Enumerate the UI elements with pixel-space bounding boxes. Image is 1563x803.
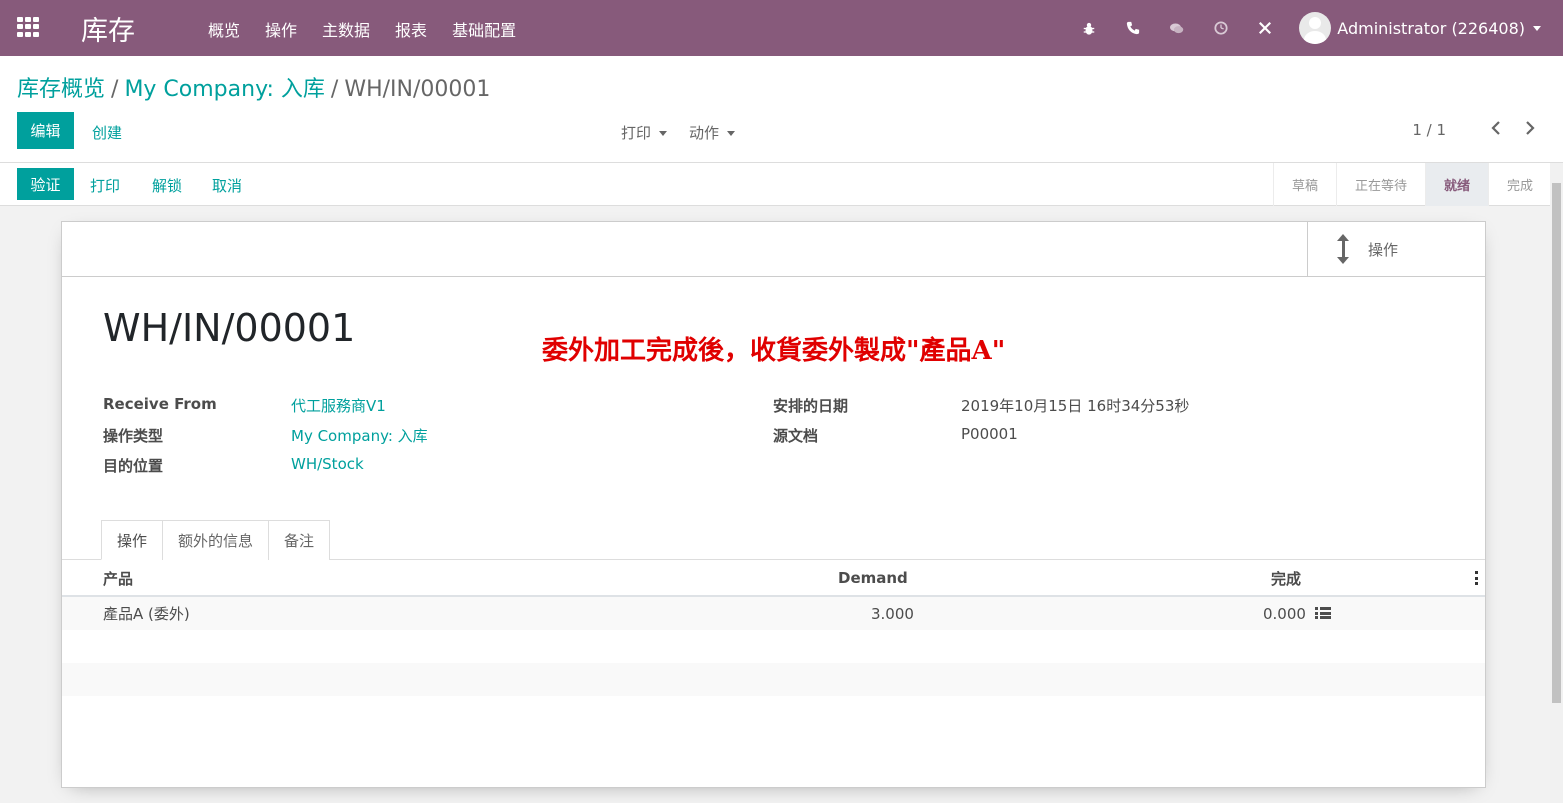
field-label-receive-from: Receive From bbox=[103, 395, 217, 413]
unlock-button[interactable]: 解锁 bbox=[152, 175, 182, 196]
menu-item-overview[interactable]: 概览 bbox=[208, 17, 240, 41]
breadcrumb-item-receipts[interactable]: My Company: 入库 bbox=[124, 77, 324, 102]
menu-item-reports[interactable]: 报表 bbox=[395, 17, 427, 41]
pager-next-button[interactable] bbox=[1524, 118, 1538, 138]
cell-product: 產品A (委外) bbox=[103, 605, 190, 623]
breadcrumb-separator: / bbox=[111, 77, 119, 102]
field-label-scheduled-date: 安排的日期 bbox=[773, 397, 849, 415]
field-label-destination: 目的位置 bbox=[103, 457, 164, 475]
table-row bbox=[62, 663, 1485, 696]
menu-item-configuration[interactable]: 基础配置 bbox=[452, 17, 516, 41]
cancel-button[interactable]: 取消 bbox=[212, 175, 242, 196]
tab-note[interactable]: 备注 bbox=[268, 520, 331, 560]
chevron-down-icon bbox=[727, 131, 736, 136]
column-header-done[interactable]: 完成 bbox=[1271, 560, 1301, 596]
chat-icon[interactable] bbox=[1170, 21, 1184, 35]
arrows-v-icon bbox=[1336, 234, 1350, 264]
user-menu[interactable]: Administrator (226408) bbox=[1299, 12, 1541, 44]
cell-demand: 3.000 bbox=[871, 604, 914, 623]
apps-menu-icon[interactable] bbox=[17, 17, 39, 37]
breadcrumb-current: WH/IN/00001 bbox=[344, 77, 491, 102]
stage-ready[interactable]: 就绪 bbox=[1424, 163, 1488, 206]
ellipsis-v-icon bbox=[1475, 571, 1479, 585]
field-label-operation-type: 操作类型 bbox=[103, 427, 164, 445]
stage-draft[interactable]: 草稿 bbox=[1272, 163, 1336, 206]
field-label-source-document: 源文档 bbox=[773, 427, 819, 445]
pager-value[interactable]: 1 / 1 bbox=[1412, 121, 1446, 139]
edit-button[interactable]: 编辑 bbox=[17, 112, 74, 149]
smart-button-label: 操作 bbox=[1368, 240, 1399, 259]
column-header-demand[interactable]: Demand bbox=[838, 560, 908, 596]
breadcrumb: 库存概览 / My Company: 入库 / WH/IN/00001 bbox=[17, 71, 490, 103]
annotation-text: 委外加工完成後，收貨委外製成"產品A" bbox=[542, 336, 1006, 366]
clock-icon[interactable] bbox=[1214, 21, 1228, 35]
menu-item-operations[interactable]: 操作 bbox=[265, 17, 297, 41]
chevron-down-icon bbox=[659, 131, 668, 136]
field-value-destination[interactable]: WH/Stock bbox=[291, 455, 364, 473]
phone-icon[interactable] bbox=[1126, 21, 1140, 35]
field-value-source-document: P00001 bbox=[961, 425, 1018, 443]
create-button[interactable]: 创建 bbox=[92, 122, 122, 143]
list-icon bbox=[1315, 607, 1331, 620]
app-brand: 库存 bbox=[81, 16, 135, 47]
form-sheet: 操作 WH/IN/00001 委外加工完成後，收貨委外製成"產品A" Recei… bbox=[61, 221, 1486, 788]
notebook-tabs: 操作 额外的信息 备注 bbox=[101, 520, 331, 560]
field-value-partner[interactable]: 代工服務商V1 bbox=[291, 395, 386, 416]
detailed-operations-button[interactable] bbox=[1315, 597, 1331, 630]
control-panel: 库存概览 / My Company: 入库 / WH/IN/00001 编辑 创建 打印… bbox=[0, 56, 1563, 163]
column-header-product[interactable]: 产品 bbox=[103, 560, 133, 596]
table-row[interactable]: 產品A (委外) 3.000 0.000 bbox=[62, 597, 1485, 630]
print-button[interactable]: 打印 bbox=[90, 175, 120, 196]
cell-done: 0.000 bbox=[1263, 604, 1306, 623]
scrollbar-thumb[interactable] bbox=[1552, 183, 1561, 703]
breadcrumb-item-overview[interactable]: 库存概览 bbox=[17, 77, 105, 102]
operations-smart-button[interactable]: 操作 bbox=[1307, 222, 1485, 276]
tab-operations[interactable]: 操作 bbox=[101, 520, 164, 560]
button-box: 操作 bbox=[62, 222, 1485, 277]
avatar bbox=[1299, 12, 1332, 44]
optional-columns-toggle[interactable] bbox=[1475, 560, 1479, 596]
user-name: Administrator (226408) bbox=[1337, 18, 1525, 38]
status-bar: 验证 打印 解锁 取消 草稿 正在等待 就绪 完成 bbox=[0, 163, 1563, 206]
main-menu: 概览 操作 主数据 报表 基础配置 bbox=[208, 17, 541, 41]
breadcrumb-separator: / bbox=[330, 77, 339, 102]
tools-icon[interactable] bbox=[1258, 21, 1272, 35]
pager-previous-button[interactable] bbox=[1490, 118, 1504, 138]
top-navbar: 库存 概览 操作 主数据 报表 基础配置 Administrator (2264… bbox=[0, 0, 1563, 56]
page-scrollbar[interactable] bbox=[1550, 163, 1563, 803]
print-dropdown-label: 打印 bbox=[621, 124, 652, 142]
table-row bbox=[62, 630, 1485, 663]
validate-button[interactable]: 验证 bbox=[17, 168, 74, 200]
field-value-operation-type[interactable]: My Company: 入库 bbox=[291, 425, 428, 446]
print-dropdown[interactable]: 打印 bbox=[621, 122, 668, 143]
field-value-scheduled-date: 2019年10月15日 16时34分53秒 bbox=[961, 397, 1190, 415]
action-dropdown-label: 动作 bbox=[689, 124, 720, 142]
action-dropdown[interactable]: 动作 bbox=[689, 122, 736, 143]
stage-waiting[interactable]: 正在等待 bbox=[1335, 163, 1425, 206]
systray: Administrator (226408) bbox=[1067, 0, 1563, 56]
stage-pipeline: 草稿 正在等待 就绪 完成 bbox=[1272, 163, 1551, 206]
bug-icon[interactable] bbox=[1082, 21, 1096, 35]
tab-additional-info[interactable]: 额外的信息 bbox=[162, 520, 270, 560]
record-title: WH/IN/00001 bbox=[103, 306, 356, 350]
menu-item-master-data[interactable]: 主数据 bbox=[322, 17, 370, 41]
chevron-down-icon bbox=[1533, 25, 1541, 31]
stage-done[interactable]: 完成 bbox=[1487, 163, 1551, 206]
